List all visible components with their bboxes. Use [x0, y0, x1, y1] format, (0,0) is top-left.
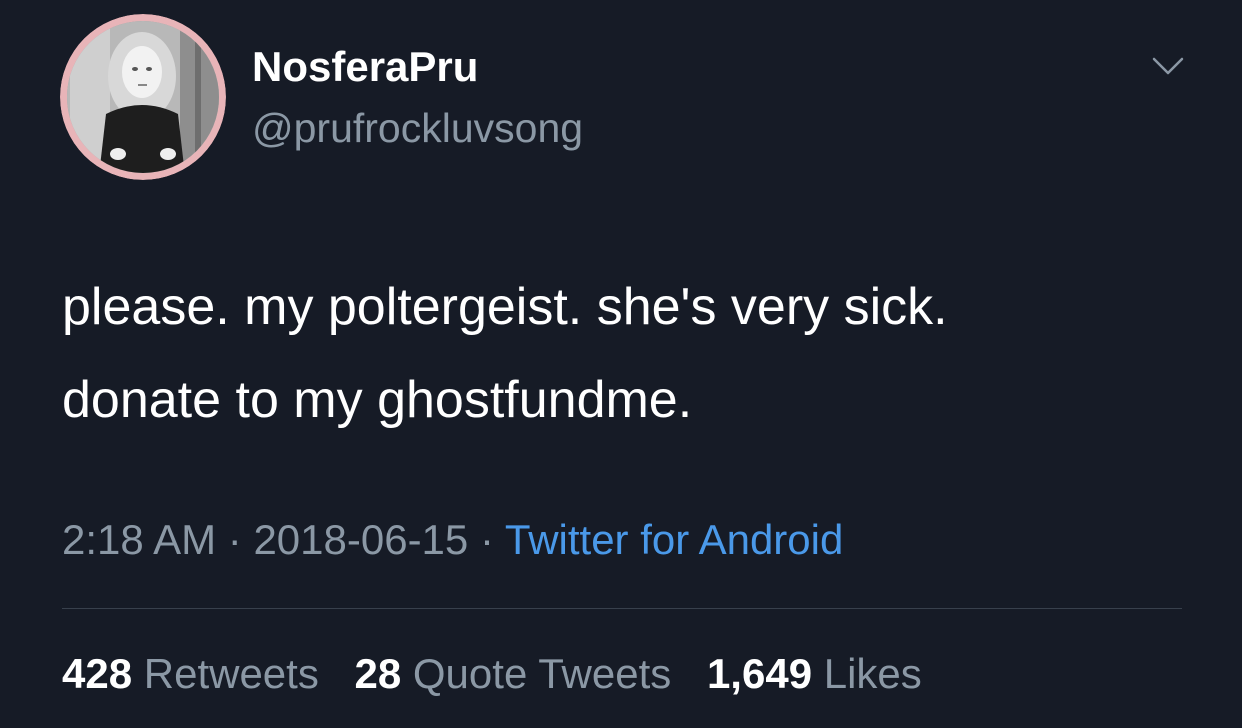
tweet-text: please. my poltergeist. she's very sick.… — [62, 261, 1202, 447]
engagement-stats: 428 Retweets 28 Quote Tweets 1,649 Likes — [62, 648, 922, 700]
retweets-stat[interactable]: 428 Retweets — [62, 650, 319, 697]
tweet-metadata: 2:18 AM · 2018-06-15 · Twitter for Andro… — [62, 514, 843, 566]
divider — [62, 608, 1182, 609]
user-handle[interactable]: @prufrockluvsong — [252, 103, 583, 153]
tweet-source-link[interactable]: Twitter for Android — [505, 516, 843, 563]
meta-separator: · — [216, 516, 254, 563]
likes-label: Likes — [823, 650, 922, 697]
quote-tweets-label: Quote Tweets — [412, 650, 672, 697]
avatar-image — [60, 14, 226, 180]
likes-count: 1,649 — [706, 650, 813, 697]
display-name[interactable]: NosferaPru — [252, 42, 478, 92]
retweets-count: 428 — [62, 650, 133, 697]
tweet-detail: NosferaPru @prufrockluvsong please. my p… — [0, 0, 1242, 728]
tweet-date: 2018-06-15 — [253, 516, 469, 563]
quote-tweets-count: 28 — [354, 650, 402, 697]
tweet-text-line: please. my poltergeist. she's very sick. — [62, 278, 948, 336]
quote-tweets-stat[interactable]: 28 Quote Tweets — [355, 650, 672, 697]
retweets-label: Retweets — [143, 650, 319, 697]
likes-stat[interactable]: 1,649 Likes — [707, 650, 922, 697]
tweet-time: 2:18 AM — [62, 516, 217, 563]
tweet-text-line: donate to my ghostfundme. — [62, 371, 693, 429]
meta-separator: · — [468, 516, 505, 563]
user-avatar[interactable] — [60, 14, 226, 180]
chevron-down-icon[interactable] — [1148, 50, 1188, 82]
